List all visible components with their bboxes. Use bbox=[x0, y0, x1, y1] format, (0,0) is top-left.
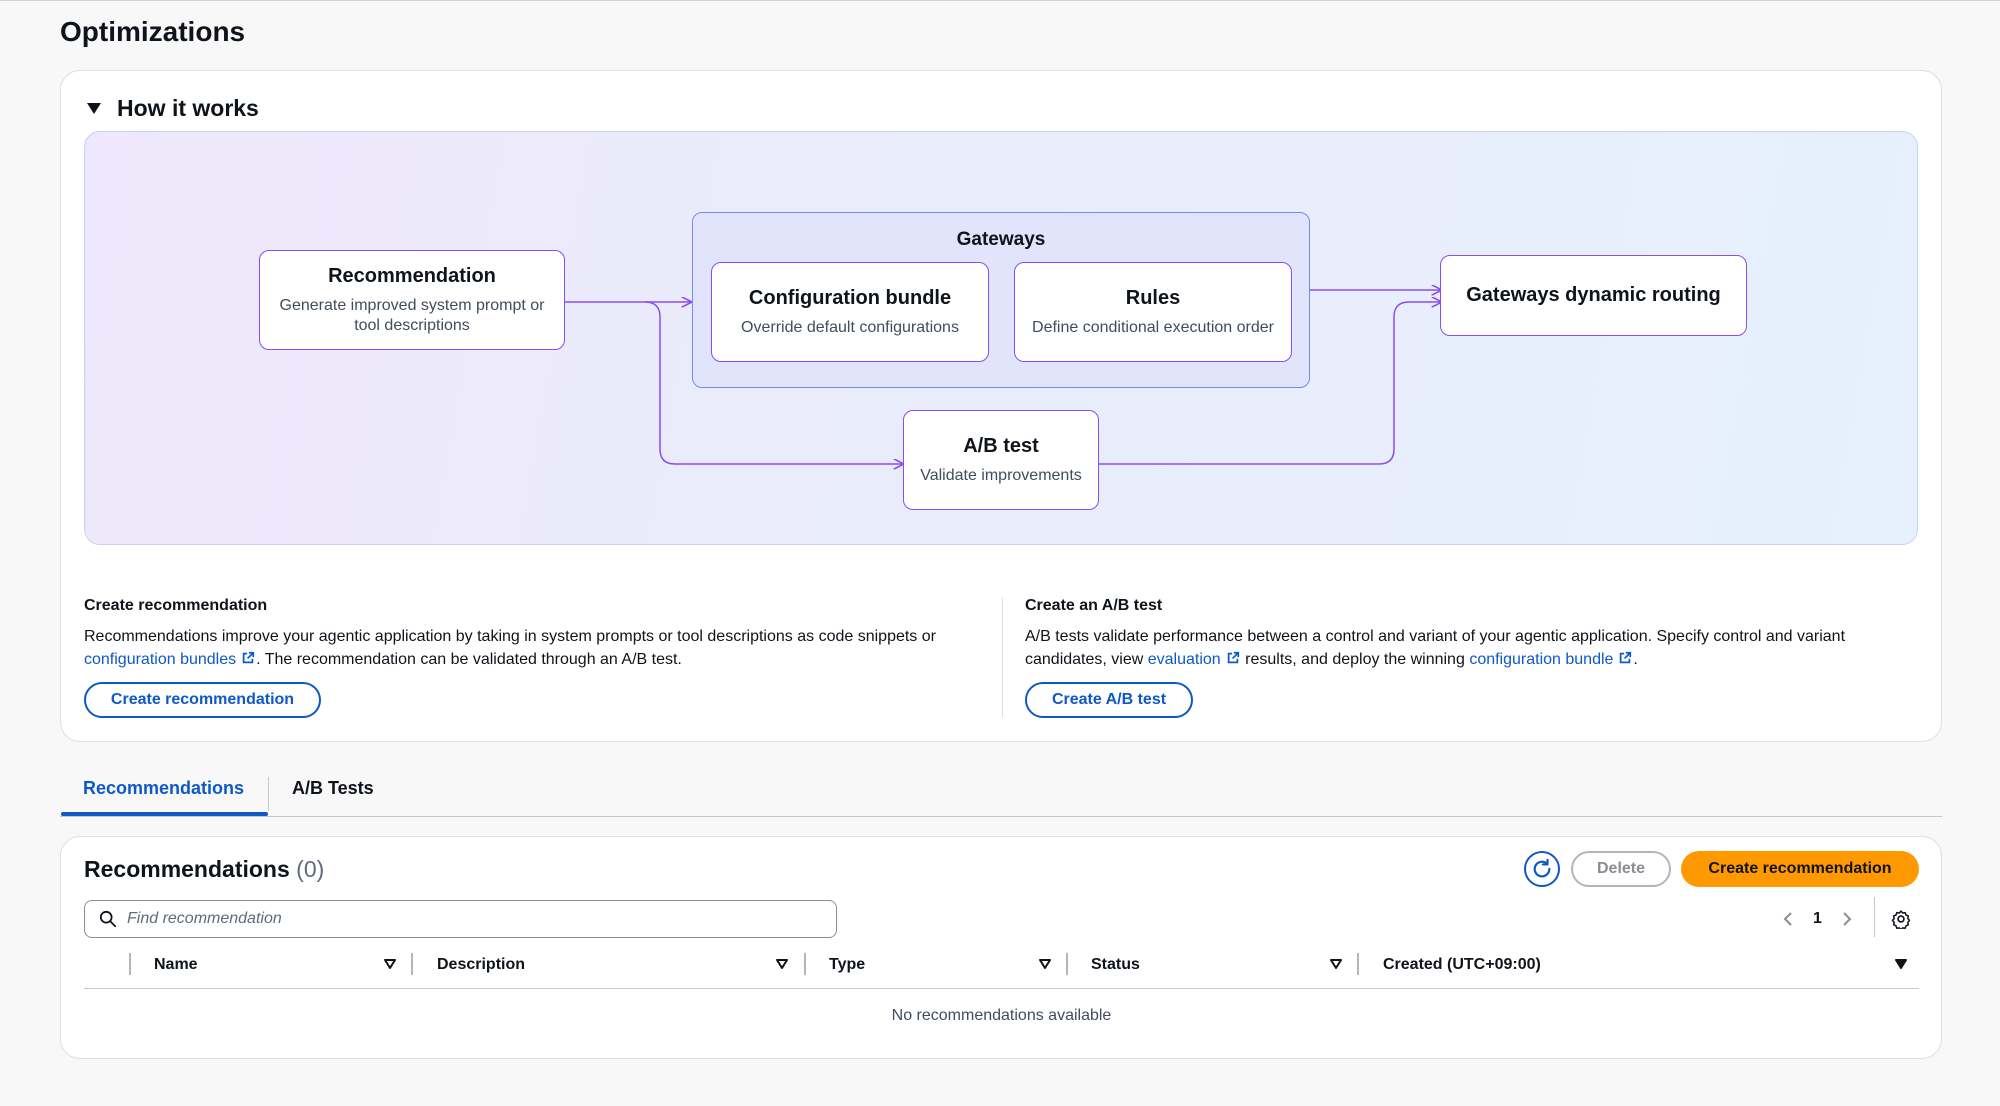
settings-separator bbox=[1874, 897, 1875, 937]
column-separator bbox=[804, 953, 806, 975]
recommendation-node-subtitle: Generate improved system prompt or tool … bbox=[279, 296, 545, 334]
how-it-works-container: How it works Recommendation Generate imp… bbox=[60, 70, 1942, 742]
create-recommendation-section: Create recommendation Recommendations im… bbox=[84, 597, 984, 671]
external-link-icon bbox=[1620, 651, 1632, 664]
ab-test-node: A/B test Validate improvements bbox=[903, 410, 1099, 510]
ab-test-title: A/B test bbox=[963, 434, 1039, 457]
column-header-type[interactable]: Type bbox=[829, 941, 865, 989]
sort-icon[interactable] bbox=[383, 957, 397, 971]
tabs-divider bbox=[60, 816, 1942, 817]
column-separator bbox=[1357, 953, 1359, 975]
create-ab-test-section: Create an A/B test A/B tests validate pe… bbox=[1025, 597, 1925, 671]
rules-node: Rules Define conditional execution order bbox=[1014, 262, 1292, 362]
empty-state-text: No recommendations available bbox=[891, 1007, 1112, 1024]
sort-icon[interactable] bbox=[1329, 957, 1343, 971]
pagination: 1 bbox=[1781, 900, 1854, 938]
gateways-dynamic-routing-title: Gateways dynamic routing bbox=[1466, 284, 1721, 306]
tab-recommendations[interactable]: Recommendations bbox=[83, 778, 244, 799]
create-ab-test-title: Create an A/B test bbox=[1025, 597, 1163, 614]
column-separator bbox=[411, 953, 413, 975]
recommendations-table-container: Recommendations (0) Delete Create recomm… bbox=[60, 836, 1942, 1059]
page-number[interactable]: 1 bbox=[1813, 910, 1822, 928]
how-it-works-toggle[interactable]: How it works bbox=[85, 91, 259, 125]
sort-descending-icon[interactable] bbox=[1894, 957, 1908, 971]
create-recommendation-button[interactable]: Create recommendation bbox=[1681, 851, 1919, 887]
gateways-title: Gateways bbox=[956, 229, 1046, 250]
configuration-bundle-node: Configuration bundle Override default co… bbox=[711, 262, 989, 362]
tab-ab-tests[interactable]: A/B Tests bbox=[292, 778, 374, 799]
settings-icon[interactable] bbox=[1891, 909, 1911, 929]
column-header-status[interactable]: Status bbox=[1091, 941, 1140, 989]
create-recommendation-description: Recommendations improve your agentic app… bbox=[84, 628, 936, 668]
refresh-button[interactable] bbox=[1524, 851, 1560, 887]
configuration-bundles-link[interactable]: configuration bundles bbox=[84, 651, 236, 668]
chevron-right-icon[interactable] bbox=[1840, 911, 1854, 927]
configuration-bundle-title: Configuration bundle bbox=[748, 286, 952, 309]
create-ab-test-description: A/B tests validate performance between a… bbox=[1025, 628, 1846, 668]
create-recommendation-outline-button[interactable]: Create recommendation bbox=[84, 682, 321, 718]
ab-test-subtitle: Validate improvements bbox=[920, 466, 1082, 484]
recommendations-heading: Recommendations (0) bbox=[84, 856, 325, 882]
how-it-works-diagram: Recommendation Generate improved system … bbox=[84, 131, 1918, 545]
column-divider bbox=[1002, 597, 1003, 717]
chevron-left-icon[interactable] bbox=[1781, 911, 1795, 927]
create-recommendation-title: Create recommendation bbox=[84, 597, 268, 614]
page-title: Optimizations bbox=[60, 16, 246, 47]
search-icon bbox=[99, 910, 117, 928]
search-field[interactable] bbox=[84, 900, 837, 938]
sort-icon[interactable] bbox=[1038, 957, 1052, 971]
refresh-icon bbox=[1533, 858, 1551, 878]
caret-down-icon bbox=[87, 102, 101, 114]
create-ab-test-button[interactable]: Create A/B test bbox=[1025, 682, 1193, 718]
configuration-bundle-link[interactable]: configuration bundle bbox=[1469, 651, 1613, 668]
column-separator bbox=[1066, 953, 1068, 975]
delete-button[interactable]: Delete bbox=[1571, 851, 1671, 887]
column-header-description[interactable]: Description bbox=[437, 941, 525, 989]
column-header-name[interactable]: Name bbox=[154, 941, 198, 989]
how-it-works-title: How it works bbox=[117, 94, 259, 121]
external-link-icon bbox=[242, 651, 255, 664]
recommendation-node-title: Recommendation bbox=[328, 264, 496, 287]
gateways-dynamic-routing-node: Gateways dynamic routing bbox=[1440, 255, 1747, 336]
evaluation-link[interactable]: evaluation bbox=[1148, 651, 1221, 668]
tab-separator bbox=[268, 777, 269, 811]
top-border bbox=[0, 0, 2000, 1]
column-separator bbox=[129, 953, 131, 975]
table-header: Name Description Type Status Created (UT… bbox=[84, 941, 1919, 989]
recommendations-count: (0) bbox=[296, 856, 325, 882]
search-input[interactable] bbox=[127, 910, 807, 928]
external-link-icon bbox=[1227, 651, 1239, 664]
column-header-created[interactable]: Created (UTC+09:00) bbox=[1383, 941, 1541, 989]
rules-title: Rules bbox=[1125, 286, 1181, 309]
sort-icon[interactable] bbox=[775, 957, 789, 971]
configuration-bundle-subtitle: Override default configurations bbox=[741, 318, 959, 336]
recommendation-node: Recommendation Generate improved system … bbox=[259, 250, 565, 350]
rules-subtitle: Define conditional execution order bbox=[1032, 318, 1274, 336]
